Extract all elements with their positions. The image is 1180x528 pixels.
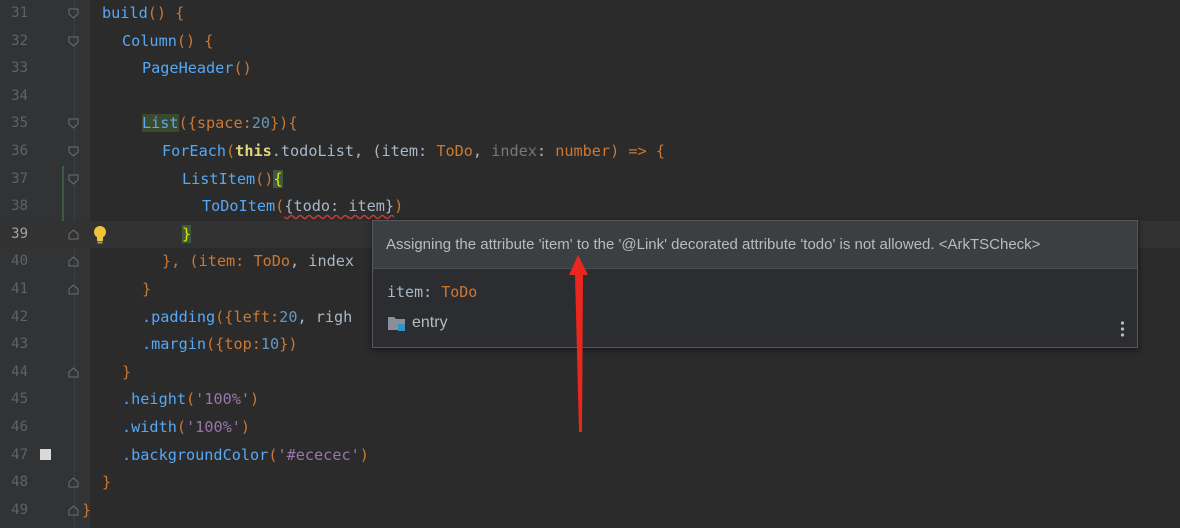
line-number: 39 [11, 225, 28, 242]
line-number: 36 [11, 143, 28, 159]
code-line[interactable]: 34 [0, 83, 1180, 111]
fold-icon[interactable] [68, 146, 79, 157]
line-number: 41 [11, 281, 28, 297]
code-line[interactable]: 36 ForEach(this.todoList, (item: ToDo, i… [0, 138, 1180, 166]
folder-icon [388, 317, 405, 331]
line-number: 42 [11, 308, 28, 325]
lightbulb-icon[interactable] [92, 225, 108, 245]
line-number: 46 [11, 419, 28, 435]
fold-icon[interactable] [68, 477, 79, 488]
code-line[interactable]: 46 .width('100%') [0, 414, 1180, 442]
more-vertical-icon[interactable] [1120, 321, 1125, 337]
line-number: 40 [11, 253, 28, 270]
module-name: entry [412, 314, 448, 331]
error-token: item [348, 197, 385, 216]
line-number: 33 [11, 60, 28, 77]
line-number: 35 [11, 115, 28, 132]
fold-icon[interactable] [68, 174, 79, 185]
code-line[interactable]: 44 } [0, 359, 1180, 387]
fold-icon[interactable] [68, 229, 79, 240]
line-number: 32 [11, 32, 28, 49]
code-line[interactable]: 49 } [0, 497, 1180, 525]
code-line[interactable]: 33 PageHeader() [0, 55, 1180, 83]
fold-icon[interactable] [68, 284, 79, 295]
line-number: 48 [11, 474, 28, 491]
bookmark-icon[interactable] [40, 449, 51, 460]
inspection-message: Assigning the attribute 'item' to the '@… [373, 221, 1137, 269]
code-line[interactable]: 48 } [0, 469, 1180, 497]
method-name: build [102, 4, 148, 22]
fold-icon[interactable] [68, 367, 79, 378]
module-info: entry [387, 314, 448, 332]
code-line[interactable]: 37 ListItem(){ [0, 166, 1180, 194]
code-line[interactable]: 45 .height('100%') [0, 386, 1180, 414]
line-number: 45 [11, 391, 28, 408]
code-line[interactable]: 47 .backgroundColor('#ececec') [0, 442, 1180, 470]
line-number: 34 [11, 87, 28, 104]
line-number: 38 [11, 198, 28, 215]
line-number: 49 [11, 501, 28, 518]
line-number: 43 [11, 336, 28, 353]
fold-icon[interactable] [68, 36, 79, 47]
line-number: 37 [11, 170, 28, 187]
code-line[interactable]: 38 ToDoItem({todo: item}) [0, 193, 1180, 221]
fold-icon[interactable] [68, 8, 79, 19]
code-line[interactable]: 32 Column() { [0, 28, 1180, 56]
code-line[interactable]: 31 build() { [0, 0, 1180, 28]
line-number: 44 [11, 363, 28, 380]
code-line[interactable]: 35 List({space:20}){ [0, 110, 1180, 138]
line-number: 31 [11, 5, 28, 21]
line-number: 47 [11, 446, 28, 463]
inspection-popup: Assigning the attribute 'item' to the '@… [372, 220, 1138, 348]
type-info: item: ToDo [387, 283, 478, 301]
fold-icon[interactable] [68, 505, 79, 516]
fold-icon[interactable] [68, 256, 79, 267]
fold-icon[interactable] [68, 118, 79, 130]
